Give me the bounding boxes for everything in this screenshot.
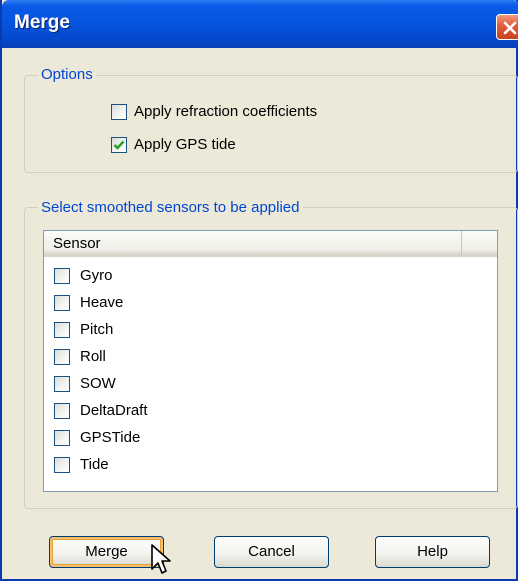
merge-button[interactable]: Merge	[49, 536, 164, 568]
options-groupbox	[24, 75, 518, 173]
sensor-label-gpstide: GPSTide	[80, 429, 141, 446]
options-group-title: Options	[38, 66, 96, 83]
apply-gps-tide-checkbox[interactable]	[111, 137, 127, 153]
sensor-row[interactable]: DeltaDraft	[44, 399, 484, 425]
merge-dialog: Merge Options Apply refraction coefficie…	[0, 0, 518, 581]
sensor-row[interactable]: GPSTide	[44, 426, 484, 452]
sensor-checkbox-tide[interactable]	[54, 457, 70, 473]
sensor-checkbox-gpstide[interactable]	[54, 430, 70, 446]
sensor-row[interactable]: Heave	[44, 291, 484, 317]
sensor-checkbox-pitch[interactable]	[54, 322, 70, 338]
sensor-column-header[interactable]: Sensor	[44, 231, 462, 255]
sensor-label-gyro: Gyro	[80, 267, 113, 284]
apply-refraction-checkbox[interactable]	[111, 104, 127, 120]
sensor-list-header: Sensor	[44, 231, 497, 257]
empty-column-header[interactable]	[463, 231, 497, 255]
title-bar[interactable]: Merge	[2, 0, 518, 48]
sensor-label-deltadraft: DeltaDraft	[80, 402, 148, 419]
sensor-row[interactable]: Gyro	[44, 264, 484, 290]
close-icon	[503, 21, 517, 35]
sensor-checkbox-heave[interactable]	[54, 295, 70, 311]
sensor-checkbox-roll[interactable]	[54, 349, 70, 365]
sensor-checkbox-sow[interactable]	[54, 376, 70, 392]
sensor-label-heave: Heave	[80, 294, 124, 311]
sensors-group-title: Select smoothed sensors to be applied	[38, 199, 303, 216]
help-button[interactable]: Help	[375, 536, 490, 568]
apply-gps-tide-label: Apply GPS tide	[134, 136, 236, 153]
sensor-checkbox-gyro[interactable]	[54, 268, 70, 284]
sensor-label-tide: Tide	[80, 456, 109, 473]
sensor-label-sow: SOW	[80, 375, 116, 392]
apply-refraction-label: Apply refraction coefficients	[134, 103, 318, 120]
sensor-list[interactable]: Sensor Gyro Heave Pitch Roll SOW DeltaDr…	[43, 230, 498, 492]
close-button[interactable]	[496, 14, 518, 40]
sensor-row[interactable]: Tide	[44, 453, 484, 479]
sensor-label-roll: Roll	[80, 348, 106, 365]
cancel-button[interactable]: Cancel	[214, 536, 329, 568]
sensor-checkbox-deltadraft[interactable]	[54, 403, 70, 419]
sensor-label-pitch: Pitch	[80, 321, 114, 338]
sensor-row[interactable]: Pitch	[44, 318, 484, 344]
mouse-pointer-icon	[151, 544, 171, 574]
check-mark-icon	[113, 140, 125, 150]
sensor-row[interactable]: Roll	[44, 345, 484, 371]
window-title: Merge	[14, 12, 70, 33]
sensor-column-label: Sensor	[53, 235, 101, 252]
sensor-row[interactable]: SOW	[44, 372, 484, 398]
